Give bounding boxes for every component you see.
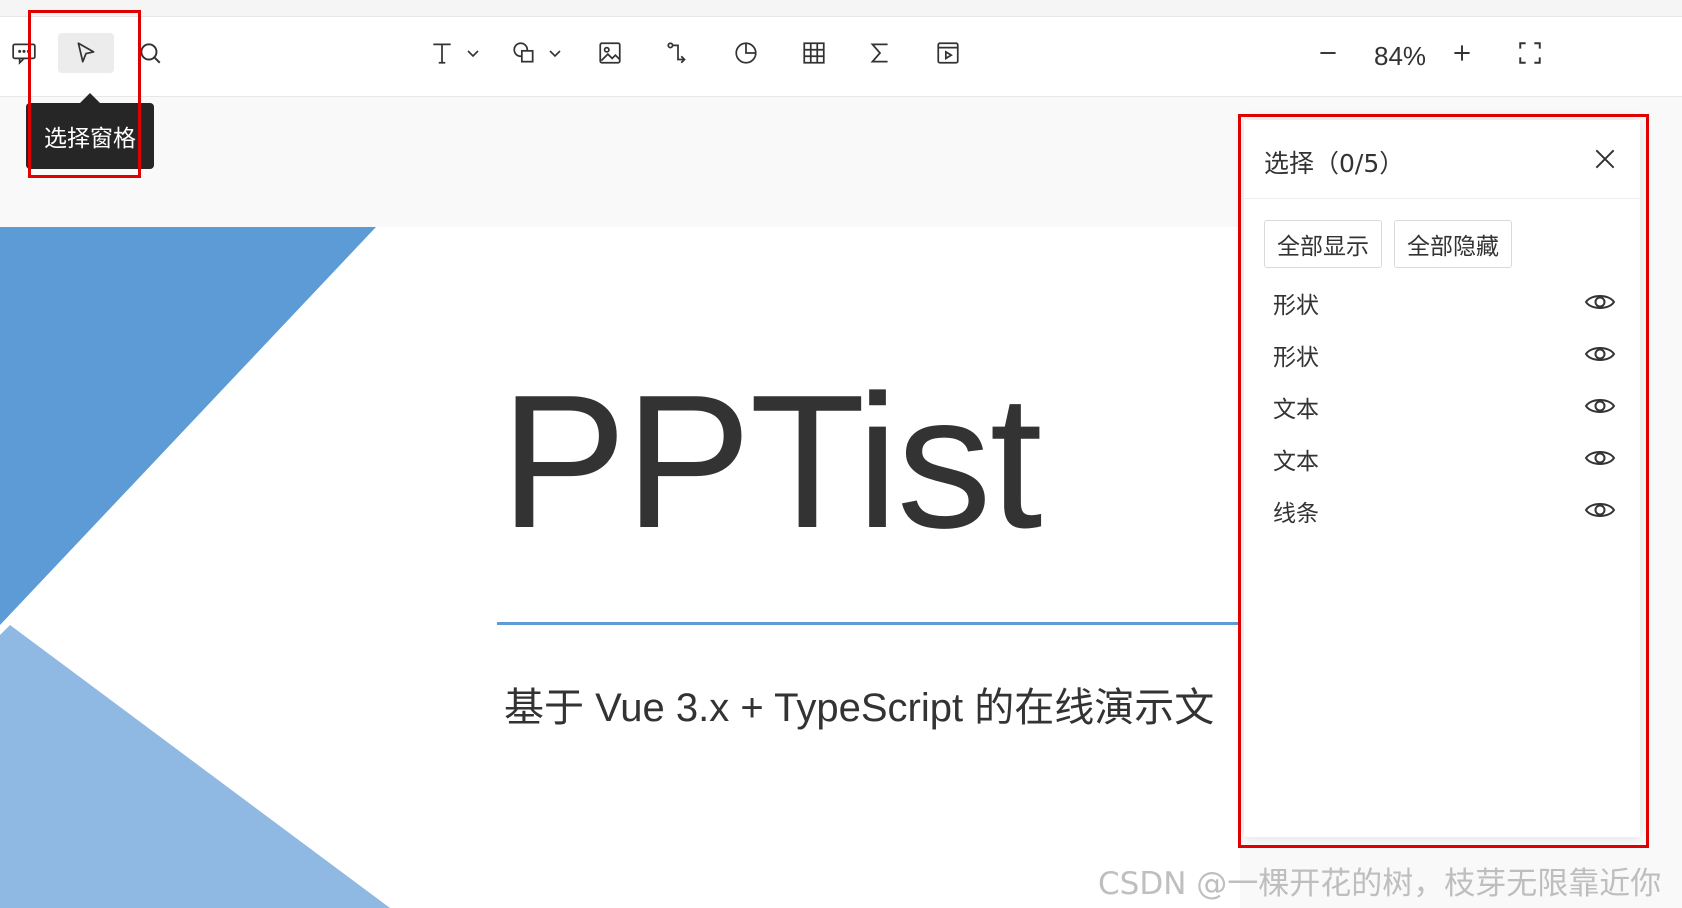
annotation-highlight-box xyxy=(1238,114,1649,848)
sigma-icon xyxy=(870,43,888,63)
table-icon xyxy=(803,42,825,64)
plus-icon xyxy=(1454,45,1470,61)
zoom-out-button[interactable] xyxy=(1310,33,1346,73)
image-icon xyxy=(599,42,621,64)
connector-line-icon xyxy=(667,42,686,64)
fullscreen-button[interactable] xyxy=(1512,33,1548,73)
slide-subtitle[interactable]: 基于 Vue 3.x + TypeScript 的在线演示文 xyxy=(504,675,1214,733)
chevron-down-icon xyxy=(467,50,479,58)
slide-title[interactable]: PPTist xyxy=(500,367,1042,557)
insert-shape-button[interactable] xyxy=(506,33,542,73)
watermark: CSDN @一棵开花的树，枝芽无限靠近你 xyxy=(1098,866,1662,902)
zoom-level: 84% xyxy=(1374,41,1427,71)
text-icon xyxy=(433,43,451,64)
insert-formula-button[interactable] xyxy=(862,33,898,73)
pie-chart-icon xyxy=(735,42,757,64)
shape-icon xyxy=(513,42,534,63)
insert-text-button[interactable] xyxy=(424,33,460,73)
slide[interactable]: PPTist 基于 Vue 3.x + TypeScript 的在线演示文 xyxy=(0,227,1240,908)
editor-toolbar: 84% xyxy=(0,17,1682,97)
annotation-highlight-box xyxy=(28,10,141,178)
chevron-down-icon xyxy=(549,50,561,58)
insert-table-button[interactable] xyxy=(796,33,832,73)
fullscreen-icon xyxy=(1519,42,1541,64)
text-dropdown-button[interactable] xyxy=(462,33,484,73)
minus-icon xyxy=(1320,52,1336,54)
video-icon xyxy=(937,42,959,64)
slide-divider-line[interactable] xyxy=(497,622,1240,625)
insert-image-button[interactable] xyxy=(592,33,628,73)
zoom-in-button[interactable] xyxy=(1444,33,1480,73)
shape-dropdown-button[interactable] xyxy=(544,33,566,73)
insert-chart-button[interactable] xyxy=(728,33,764,73)
insert-media-button[interactable] xyxy=(930,33,966,73)
slide-shape-dark-blue xyxy=(0,227,376,625)
insert-line-button[interactable] xyxy=(660,33,696,73)
slide-shape-light-blue xyxy=(0,625,390,908)
